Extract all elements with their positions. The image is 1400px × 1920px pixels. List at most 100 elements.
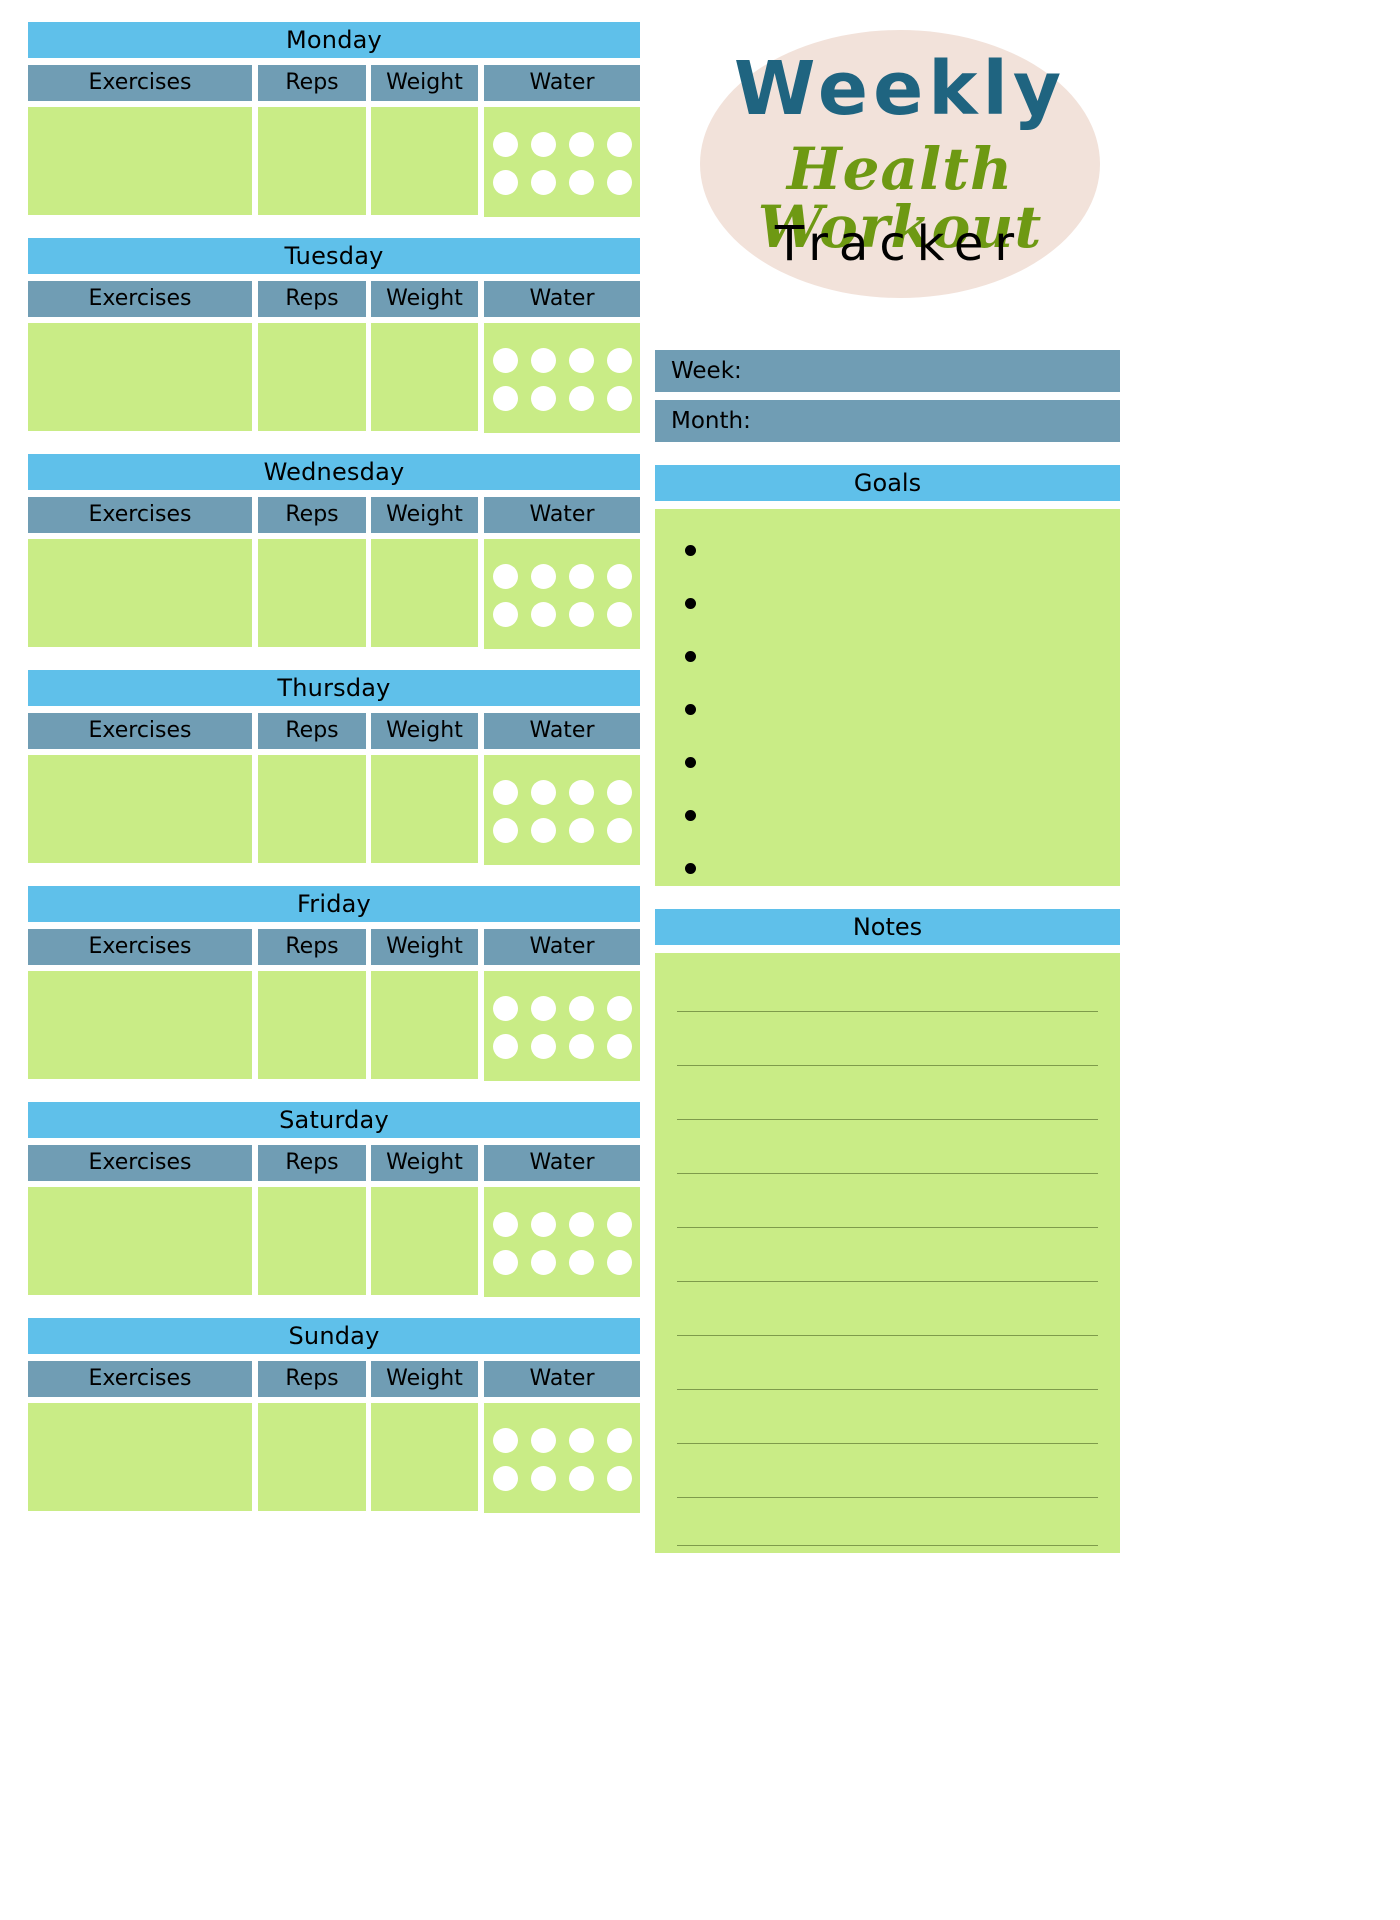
reps-input-monday[interactable]: [258, 107, 366, 215]
water-drop-icon[interactable]: [530, 995, 556, 1021]
water-drop-icon[interactable]: [492, 817, 518, 843]
water-drop-icon[interactable]: [568, 563, 594, 589]
month-field[interactable]: Month:: [655, 400, 1120, 442]
water-drop-icon[interactable]: [492, 1465, 518, 1491]
reps-input-saturday[interactable]: [258, 1187, 366, 1295]
note-line[interactable]: [677, 1545, 1098, 1546]
note-line[interactable]: [677, 1335, 1098, 1336]
weight-input-wednesday[interactable]: [371, 539, 478, 647]
reps-input-sunday[interactable]: [258, 1403, 366, 1511]
water-drop-icon[interactable]: [492, 601, 518, 627]
water-tracker-thursday[interactable]: [484, 755, 640, 865]
weight-input-sunday[interactable]: [371, 1403, 478, 1511]
water-drop-icon[interactable]: [568, 1465, 594, 1491]
goal-item[interactable]: [685, 854, 1120, 907]
weight-input-monday[interactable]: [371, 107, 478, 215]
note-line[interactable]: [677, 1065, 1098, 1066]
reps-input-thursday[interactable]: [258, 755, 366, 863]
exercises-input-sunday[interactable]: [28, 1403, 252, 1511]
water-drop-icon[interactable]: [530, 817, 556, 843]
water-drop-icon[interactable]: [606, 563, 632, 589]
water-drop-icon[interactable]: [530, 1211, 556, 1237]
goal-item[interactable]: [685, 589, 1120, 642]
water-drop-icon[interactable]: [568, 601, 594, 627]
water-drop-icon[interactable]: [492, 131, 518, 157]
note-line[interactable]: [677, 1011, 1098, 1012]
water-drop-icon[interactable]: [492, 385, 518, 411]
water-tracker-friday[interactable]: [484, 971, 640, 1081]
water-drop-icon[interactable]: [606, 385, 632, 411]
weight-input-thursday[interactable]: [371, 755, 478, 863]
water-drop-icon[interactable]: [492, 1249, 518, 1275]
water-drop-icon[interactable]: [530, 563, 556, 589]
reps-input-friday[interactable]: [258, 971, 366, 1079]
weight-input-saturday[interactable]: [371, 1187, 478, 1295]
water-drop-icon[interactable]: [492, 995, 518, 1021]
water-drop-icon[interactable]: [606, 817, 632, 843]
water-drop-icon[interactable]: [492, 347, 518, 373]
goals-panel[interactable]: [655, 509, 1120, 886]
water-drop-icon[interactable]: [492, 563, 518, 589]
weight-input-tuesday[interactable]: [371, 323, 478, 431]
water-drop-icon[interactable]: [492, 779, 518, 805]
water-drop-icon[interactable]: [606, 1249, 632, 1275]
water-drop-icon[interactable]: [606, 1465, 632, 1491]
weight-input-friday[interactable]: [371, 971, 478, 1079]
water-drop-icon[interactable]: [492, 1211, 518, 1237]
water-drop-icon[interactable]: [492, 1033, 518, 1059]
water-drop-icon[interactable]: [530, 169, 556, 195]
reps-input-tuesday[interactable]: [258, 323, 366, 431]
water-drop-icon[interactable]: [530, 131, 556, 157]
water-drop-icon[interactable]: [568, 1249, 594, 1275]
exercises-input-friday[interactable]: [28, 971, 252, 1079]
week-field[interactable]: Week:: [655, 350, 1120, 392]
water-drop-icon[interactable]: [530, 347, 556, 373]
water-tracker-saturday[interactable]: [484, 1187, 640, 1297]
water-drop-icon[interactable]: [568, 1427, 594, 1453]
note-line[interactable]: [677, 1497, 1098, 1498]
water-drop-icon[interactable]: [568, 131, 594, 157]
water-tracker-tuesday[interactable]: [484, 323, 640, 433]
water-drop-icon[interactable]: [606, 1211, 632, 1237]
water-drop-icon[interactable]: [568, 347, 594, 373]
water-drop-icon[interactable]: [492, 1427, 518, 1453]
water-drop-icon[interactable]: [568, 1033, 594, 1059]
reps-input-wednesday[interactable]: [258, 539, 366, 647]
water-tracker-monday[interactable]: [484, 107, 640, 217]
water-drop-icon[interactable]: [530, 385, 556, 411]
exercises-input-thursday[interactable]: [28, 755, 252, 863]
water-drop-icon[interactable]: [568, 779, 594, 805]
water-drop-icon[interactable]: [530, 1427, 556, 1453]
notes-panel[interactable]: [655, 953, 1120, 1553]
goal-item[interactable]: [685, 801, 1120, 854]
note-line[interactable]: [677, 1389, 1098, 1390]
water-drop-icon[interactable]: [530, 1465, 556, 1491]
water-drop-icon[interactable]: [530, 1249, 556, 1275]
water-tracker-sunday[interactable]: [484, 1403, 640, 1513]
water-drop-icon[interactable]: [606, 995, 632, 1021]
exercises-input-wednesday[interactable]: [28, 539, 252, 647]
water-drop-icon[interactable]: [606, 1427, 632, 1453]
water-drop-icon[interactable]: [606, 601, 632, 627]
water-drop-icon[interactable]: [568, 169, 594, 195]
water-drop-icon[interactable]: [492, 169, 518, 195]
note-line[interactable]: [677, 1443, 1098, 1444]
note-line[interactable]: [677, 1173, 1098, 1174]
goal-item[interactable]: [685, 748, 1120, 801]
note-line[interactable]: [677, 1119, 1098, 1120]
water-drop-icon[interactable]: [606, 1033, 632, 1059]
exercises-input-monday[interactable]: [28, 107, 252, 215]
water-drop-icon[interactable]: [606, 131, 632, 157]
water-drop-icon[interactable]: [568, 995, 594, 1021]
exercises-input-saturday[interactable]: [28, 1187, 252, 1295]
water-drop-icon[interactable]: [568, 385, 594, 411]
water-drop-icon[interactable]: [530, 779, 556, 805]
water-tracker-wednesday[interactable]: [484, 539, 640, 649]
goal-item[interactable]: [685, 695, 1120, 748]
water-drop-icon[interactable]: [530, 601, 556, 627]
note-line[interactable]: [677, 1227, 1098, 1228]
goal-item[interactable]: [685, 642, 1120, 695]
water-drop-icon[interactable]: [606, 169, 632, 195]
note-line[interactable]: [677, 1281, 1098, 1282]
water-drop-icon[interactable]: [568, 1211, 594, 1237]
